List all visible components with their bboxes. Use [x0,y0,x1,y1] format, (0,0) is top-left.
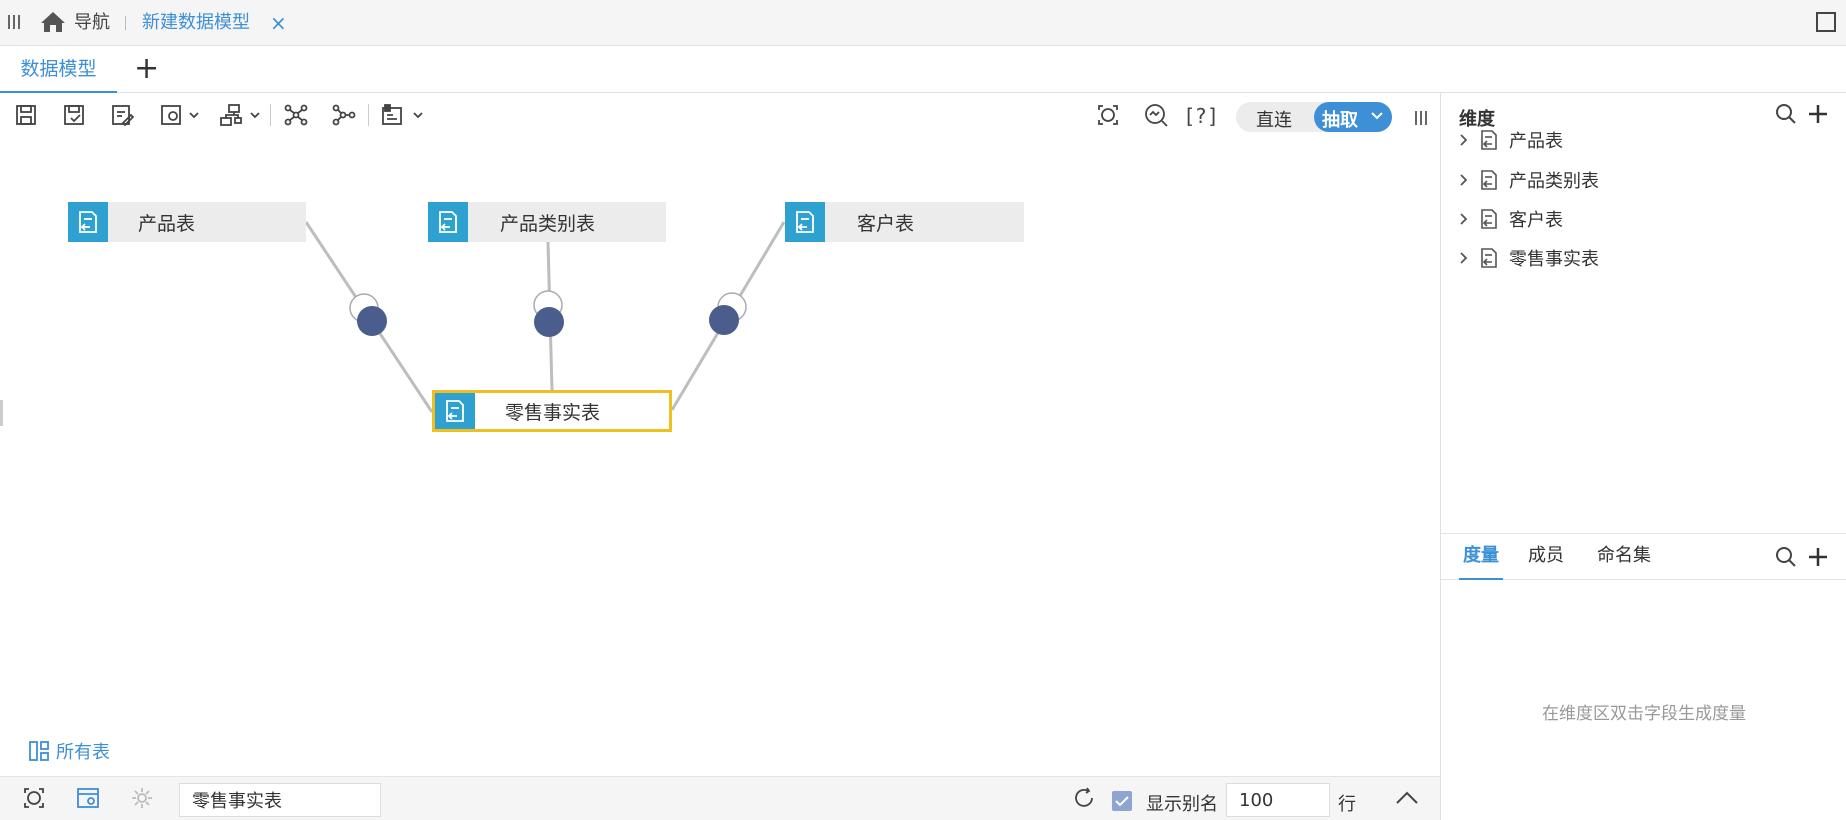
tab-named-set[interactable]: 命名集 [1597,534,1651,578]
model-canvas[interactable]: 产品表 产品类别表 客户表 零售事实表 所有表 [0,134,1440,774]
divider [125,16,126,30]
chevron-down-icon [1370,111,1384,121]
edit-properties-icon[interactable] [106,100,138,130]
table-icon [785,202,825,242]
save-as-icon[interactable] [58,100,90,130]
relation-dot[interactable] [357,306,387,336]
show-alias-label: 显示别名 [1146,794,1218,815]
table-name-field[interactable] [179,783,381,817]
table-node-fact-selected[interactable]: 零售事实表 [432,390,672,432]
add-dimension-icon[interactable] [1807,103,1829,125]
title-bar: 导航 新建数据模型 × [0,0,1846,46]
measure-tab-bar: 度量 成员 命名集 [1441,534,1846,580]
layout-dropdown-icon[interactable] [218,100,262,130]
preview-zoom-icon[interactable] [22,786,46,810]
zoom-out-icon[interactable] [1140,100,1172,130]
mode-extract-option[interactable]: 抽取 [1314,102,1392,132]
table-icon [1479,208,1509,230]
mode-extract-label: 抽取 [1322,110,1358,131]
chart-dropdown-icon[interactable] [378,100,426,130]
gear-icon[interactable] [130,786,154,810]
add-tab-button[interactable]: + [134,54,159,84]
field-panel: 维度 产品表 产品类别表 客户表 零售事实表 度量 成员 命名集 在维度区双击字… [1440,93,1846,820]
add-measure-icon[interactable] [1807,546,1829,568]
refresh-icon[interactable] [1072,786,1096,810]
table-icon [1479,169,1509,191]
chevron-right-icon[interactable] [1459,212,1479,226]
dimension-item-label: 产品表 [1509,131,1563,152]
menu-grip-icon[interactable] [8,13,20,31]
row-count-field[interactable] [1226,783,1330,817]
settings-dropdown-icon[interactable] [158,100,202,130]
mode-direct-option[interactable]: 直连 [1256,106,1292,132]
layout-panels-icon [28,740,50,762]
table-icon [428,202,468,242]
dimension-item-label: 零售事实表 [1509,249,1599,270]
tab-data-model[interactable]: 数据模型 [0,46,117,93]
model-tab-row: 数据模型 + [0,46,1846,93]
chevron-right-icon[interactable] [1459,251,1479,265]
chevron-right-icon[interactable] [1459,133,1479,147]
table-node-label: 零售事实表 [505,401,601,424]
all-tables-link[interactable]: 所有表 [28,738,110,764]
connection-mode-toggle: 直连 抽取 [1236,102,1392,132]
chevron-up-icon[interactable] [1394,789,1420,807]
all-tables-label: 所有表 [56,742,110,763]
dimension-item-fact[interactable]: 零售事实表 [1459,243,1599,273]
data-preview-bar: 显示别名 行 [0,776,1440,820]
row-unit-label: 行 [1338,794,1356,815]
home-icon[interactable] [40,10,66,34]
dimension-item-customer[interactable]: 客户表 [1459,204,1563,234]
table-node-product[interactable]: 产品表 [68,202,306,242]
tab-measure[interactable]: 度量 [1459,534,1503,580]
relation-dot[interactable] [534,307,564,337]
table-icon [1479,129,1509,151]
relation-dot[interactable] [709,305,739,335]
toolbar-divider [368,104,369,126]
table-node-customer[interactable]: 客户表 [785,202,1024,242]
measure-empty-hint: 在维度区双击字段生成度量 [1542,704,1746,724]
show-alias-checkbox[interactable] [1112,791,1132,811]
zoom-fit-icon[interactable] [1092,100,1124,130]
panel-grip-icon[interactable] [1415,110,1427,126]
table-node-label: 产品类别表 [500,212,596,235]
toolbar-divider [270,104,271,126]
maximize-icon[interactable] [1816,12,1836,32]
table-settings-icon[interactable] [76,786,100,810]
table-node-label: 客户表 [857,212,915,235]
dimension-item-product[interactable]: 产品表 [1459,125,1563,155]
table-icon [68,202,108,242]
dimension-item-label: 产品类别表 [1509,171,1599,192]
close-tab-button[interactable]: × [270,11,287,35]
table-node-label: 产品表 [138,212,196,235]
search-icon[interactable] [1775,546,1797,568]
save-icon[interactable] [10,100,42,130]
tab-member[interactable]: 成员 [1528,534,1564,578]
table-icon [435,393,475,429]
table-node-category[interactable]: 产品类别表 [428,202,666,242]
dimension-item-category[interactable]: 产品类别表 [1459,165,1599,195]
relation-graph-icon[interactable] [280,100,312,130]
auto-relation-icon[interactable] [328,100,360,130]
nav-label[interactable]: 导航 [74,11,110,35]
help-button[interactable]: [?] [1186,104,1218,128]
table-icon [1479,247,1509,269]
dimension-item-label: 客户表 [1509,210,1563,231]
chevron-right-icon[interactable] [1459,173,1479,187]
active-document-tab[interactable]: 新建数据模型 [142,11,250,35]
search-icon[interactable] [1775,103,1797,125]
